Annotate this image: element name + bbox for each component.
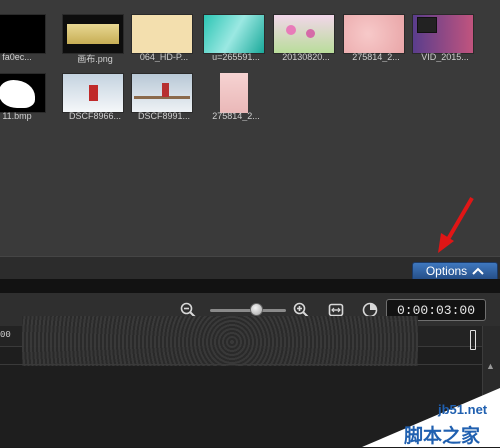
media-item-label: 画布.png: [77, 54, 113, 64]
media-item-label: 275814_2...: [212, 111, 260, 121]
panel-divider[interactable]: [0, 279, 500, 293]
options-label: Options: [425, 264, 468, 278]
drag-preview-image: [22, 316, 418, 366]
media-thumbnail: [343, 14, 405, 54]
watermark-name: 脚本之家: [404, 425, 481, 447]
media-item-label: 064_HD-P...: [139, 52, 189, 62]
scroll-up-icon[interactable]: ▲: [486, 361, 495, 371]
options-button[interactable]: Options: [412, 262, 498, 279]
media-item-label: 11.bmp: [2, 111, 32, 121]
media-thumbnail: [273, 14, 335, 54]
media-thumbnail: [131, 14, 193, 54]
media-thumbnail: [203, 14, 265, 54]
zoom-slider-handle[interactable]: [250, 303, 263, 316]
media-thumbnail: [412, 14, 474, 54]
media-bin: fa0ec... 画布.png 064_HD-P... u=265591... …: [0, 0, 500, 256]
chevron-up-icon: [472, 264, 484, 278]
media-thumbnail: [203, 73, 265, 113]
playhead-marker[interactable]: [470, 330, 476, 350]
annotation-arrow: [438, 196, 474, 253]
media-item-label: DSCF8966...: [68, 111, 122, 121]
zoom-slider-track[interactable]: [210, 309, 286, 312]
media-item-label: 20130820...: [282, 52, 330, 62]
film-icon: [417, 17, 437, 33]
ruler-start-label: 00: [0, 330, 11, 340]
media-item-label: u=265591...: [212, 52, 260, 62]
media-item-label: VID_2015...: [421, 52, 469, 62]
track-divider: [0, 364, 482, 365]
media-thumbnail: [62, 73, 124, 113]
media-item-label: fa0ec...: [2, 52, 32, 62]
watermark-url: jb51.net: [438, 402, 488, 417]
media-item-label: DSCF8991...: [137, 111, 191, 121]
media-thumbnail: [131, 73, 193, 113]
media-item-label: 275814_2...: [352, 52, 400, 62]
media-thumbnail: [62, 14, 124, 54]
media-thumbnail: [0, 73, 46, 113]
media-thumbnail: [0, 14, 46, 54]
